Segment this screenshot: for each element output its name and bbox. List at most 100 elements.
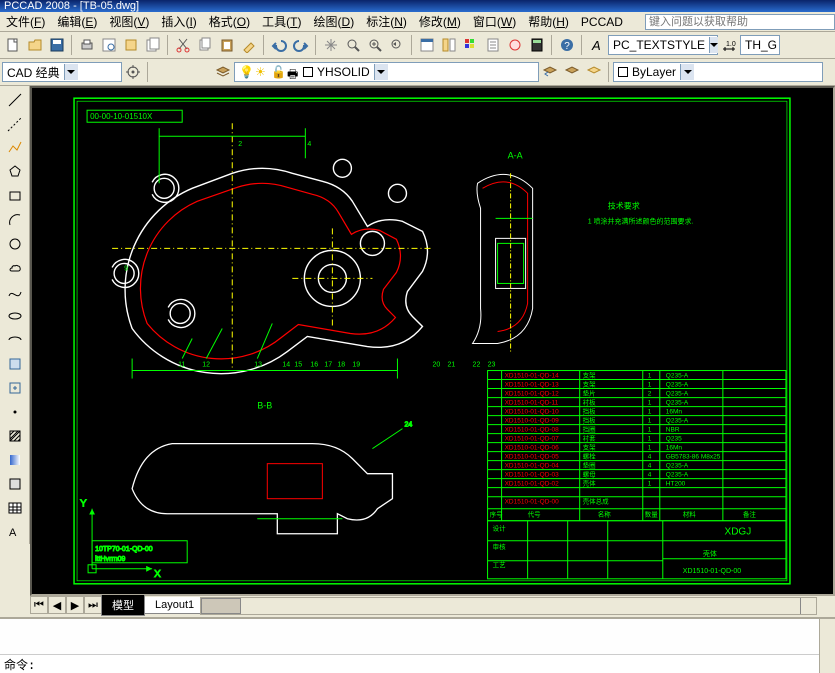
tab-layout1[interactable]: Layout1 (144, 597, 205, 614)
print-icon[interactable] (77, 35, 97, 55)
paste-icon[interactable] (217, 35, 237, 55)
menu-dim[interactable]: 标注(N) (360, 12, 413, 32)
command-resize-grip[interactable] (819, 619, 835, 673)
layer-previous-icon[interactable] (540, 62, 560, 82)
sun-icon: ☀ (255, 65, 269, 79)
undo-icon[interactable] (269, 35, 289, 55)
mtext-icon[interactable]: A (3, 521, 27, 543)
lock-icon: 🔓 (271, 65, 285, 79)
gradient-icon[interactable] (3, 449, 27, 471)
menu-edit[interactable]: 编辑(E) (51, 12, 103, 32)
new-icon[interactable] (3, 35, 23, 55)
horizontal-scrollbar[interactable] (200, 597, 817, 615)
hatch-icon[interactable] (3, 425, 27, 447)
copy-icon[interactable] (195, 35, 215, 55)
menu-window[interactable]: 窗口(W) (467, 12, 522, 32)
circle-icon[interactable] (3, 233, 27, 255)
chevron-down-icon[interactable] (709, 37, 718, 53)
properties-icon[interactable] (417, 35, 437, 55)
dimstyle-combo[interactable]: TH_G (740, 35, 780, 55)
redo-icon[interactable] (291, 35, 311, 55)
textstyle-a-icon[interactable]: A (587, 35, 607, 55)
menu-tools[interactable]: 工具(T) (256, 12, 307, 32)
chevron-down-icon[interactable] (680, 64, 694, 80)
sheet-set-icon[interactable] (143, 35, 163, 55)
svg-text:B-B: B-B (257, 401, 272, 411)
match-prop-icon[interactable] (239, 35, 259, 55)
dimstyle-icon[interactable]: 1.0 (719, 35, 739, 55)
help-icon[interactable]: ? (557, 35, 577, 55)
ellipse-icon[interactable] (3, 305, 27, 327)
menu-format[interactable]: 格式(O) (203, 12, 256, 32)
zoom-previous-icon[interactable] (387, 35, 407, 55)
region-icon[interactable] (3, 473, 27, 495)
zoom-window-icon[interactable] (365, 35, 385, 55)
scroll-right-icon[interactable] (800, 598, 816, 614)
polyline-icon[interactable] (3, 137, 27, 159)
layer-properties-icon[interactable] (213, 62, 233, 82)
menu-file[interactable]: 文件(F) (0, 12, 51, 32)
layer-states-icon[interactable] (562, 62, 582, 82)
menu-pccad[interactable]: PCCAD (575, 12, 629, 32)
construction-line-icon[interactable] (3, 113, 27, 135)
tab-last-icon[interactable]: ⏭ (84, 596, 102, 614)
workspace-combo[interactable]: CAD 经典 (2, 62, 122, 82)
command-history[interactable] (0, 619, 835, 655)
separator (71, 35, 73, 55)
table-icon[interactable] (3, 497, 27, 519)
tab-first-icon[interactable]: ⏮ (30, 596, 48, 614)
zoom-realtime-icon[interactable] (343, 35, 363, 55)
menu-insert[interactable]: 插入(I) (155, 12, 202, 32)
layer-iso-icon[interactable] (584, 62, 604, 82)
save-icon[interactable] (47, 35, 67, 55)
svg-text:Q235-A: Q235-A (666, 373, 689, 380)
arc-icon[interactable] (3, 209, 27, 231)
chevron-down-icon[interactable] (374, 64, 388, 80)
quickcalc-icon[interactable] (527, 35, 547, 55)
publish-icon[interactable] (121, 35, 141, 55)
textstyle-combo[interactable]: PC_TEXTSTYLE (608, 35, 718, 55)
layer-combo[interactable]: 💡 ☀ 🔓 🖶 YHSOLID (234, 62, 539, 82)
plot-preview-icon[interactable] (99, 35, 119, 55)
ellipse-arc-icon[interactable] (3, 329, 27, 351)
dimstyle-value: TH_G (745, 38, 777, 52)
open-icon[interactable] (25, 35, 45, 55)
svg-text:XD1510-01-QD-12: XD1510-01-QD-12 (505, 391, 560, 398)
sheet-set-mgr-icon[interactable] (483, 35, 503, 55)
scroll-thumb[interactable] (201, 598, 241, 614)
svg-text:13: 13 (254, 362, 262, 369)
svg-text:1: 1 (648, 436, 652, 443)
svg-text:10TP70-01-QD-00: 10TP70-01-QD-00 (95, 546, 153, 553)
menu-help[interactable]: 帮助(H) (522, 12, 575, 32)
separator (167, 35, 169, 55)
drawing-viewport[interactable]: 00-00-10-01510X Y X (30, 86, 835, 596)
help-search-input[interactable] (645, 14, 835, 30)
make-block-icon[interactable] (3, 377, 27, 399)
tab-model[interactable]: 模型 (101, 595, 145, 616)
tool-palettes-icon[interactable] (461, 35, 481, 55)
color-combo[interactable]: ByLayer (613, 62, 823, 82)
workspace-settings-icon[interactable] (123, 62, 143, 82)
cut-icon[interactable] (173, 35, 193, 55)
chevron-down-icon[interactable] (64, 64, 78, 80)
tab-next-icon[interactable]: ▶ (66, 596, 84, 614)
insert-block-icon[interactable] (3, 353, 27, 375)
tab-prev-icon[interactable]: ◀ (48, 596, 66, 614)
svg-text:Y: Y (80, 499, 87, 510)
svg-text:1: 1 (648, 445, 652, 452)
menu-draw[interactable]: 绘图(D) (308, 12, 361, 32)
menu-modify[interactable]: 修改(M) (413, 12, 467, 32)
rectangle-icon[interactable] (3, 185, 27, 207)
pan-icon[interactable] (321, 35, 341, 55)
svg-text:1: 1 (648, 427, 652, 434)
spline-icon[interactable] (3, 281, 27, 303)
design-center-icon[interactable] (439, 35, 459, 55)
revision-cloud-icon[interactable] (3, 257, 27, 279)
svg-text:19: 19 (352, 362, 360, 369)
polygon-icon[interactable] (3, 161, 27, 183)
markup-icon[interactable] (505, 35, 525, 55)
menu-view[interactable]: 视图(V) (103, 12, 155, 32)
point-icon[interactable] (3, 401, 27, 423)
section-aa: A-A (473, 150, 533, 353)
line-icon[interactable] (3, 89, 27, 111)
